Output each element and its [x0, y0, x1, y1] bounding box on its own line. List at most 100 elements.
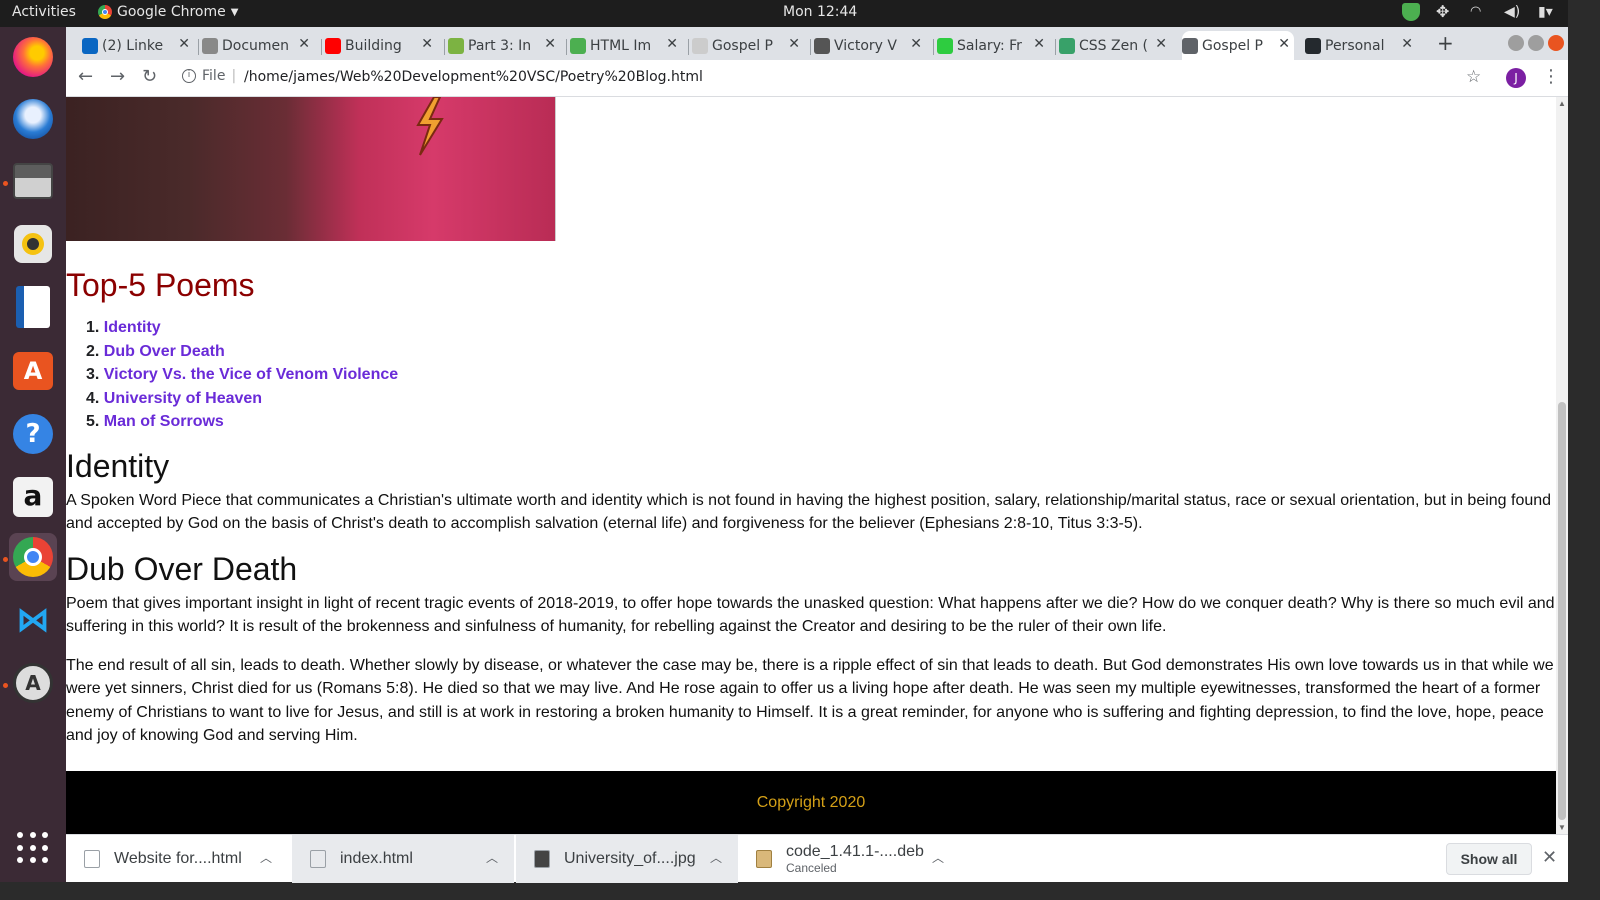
- bookmark-star-icon[interactable]: ☆: [1466, 67, 1481, 87]
- list-number: 5.: [86, 413, 100, 430]
- wifi-icon[interactable]: ◠: [1470, 3, 1488, 21]
- show-all-button[interactable]: Show all: [1446, 843, 1532, 875]
- browser-tab[interactable]: (2) Linke ✕: [82, 31, 194, 60]
- list-number: 4.: [86, 389, 100, 407]
- show-applications-icon[interactable]: [9, 824, 57, 872]
- back-button[interactable]: ←: [78, 66, 93, 87]
- close-tab-icon[interactable]: ✕: [1278, 36, 1290, 52]
- download-item[interactable]: University_of....jpg ︿: [516, 835, 738, 883]
- list-number: 3.: [86, 366, 100, 383]
- chevron-up-icon[interactable]: ︿: [486, 849, 498, 866]
- tab-title: Salary: Fr: [957, 37, 1022, 54]
- software-updater-icon[interactable]: A: [9, 659, 57, 707]
- amazon-icon[interactable]: a: [9, 473, 57, 521]
- menu-kebab-icon[interactable]: ⋮: [1542, 66, 1560, 87]
- list-item: 2. Dub Over Death: [86, 340, 1556, 364]
- thunderbird-icon[interactable]: [9, 95, 57, 143]
- clock[interactable]: Mon 12:44: [783, 4, 857, 20]
- tab-title: (2) Linke: [102, 37, 164, 54]
- vscode-icon[interactable]: ⋈: [9, 596, 57, 644]
- download-filename: index.html: [340, 850, 413, 867]
- close-window-button[interactable]: [1548, 35, 1564, 51]
- vertical-scrollbar[interactable]: ▲ ▼: [1556, 97, 1568, 834]
- close-tab-icon[interactable]: ✕: [1155, 36, 1167, 52]
- close-tab-icon[interactable]: ✕: [544, 36, 556, 52]
- poem-link[interactable]: Man of Sorrows: [104, 413, 224, 430]
- browser-tab[interactable]: Building ✕: [325, 31, 437, 60]
- site-info-button[interactable]: i File |: [182, 68, 236, 84]
- page-footer: Copyright 2020: [66, 771, 1556, 834]
- software-center-icon[interactable]: A: [9, 347, 57, 395]
- thumbnail-icon: [814, 38, 830, 54]
- zen-icon: [1059, 38, 1075, 54]
- close-tab-icon[interactable]: ✕: [178, 36, 190, 52]
- download-filename: Website for....html: [114, 850, 242, 867]
- new-tab-button[interactable]: +: [1437, 31, 1454, 55]
- battery-icon[interactable]: ▮▾: [1538, 3, 1556, 21]
- reload-button[interactable]: ↻: [142, 66, 157, 87]
- close-tab-icon[interactable]: ✕: [298, 36, 310, 52]
- close-tab-icon[interactable]: ✕: [666, 36, 678, 52]
- writer-icon[interactable]: [9, 283, 57, 331]
- m-icon: [448, 38, 464, 54]
- scrollbar-thumb[interactable]: [1558, 402, 1566, 820]
- tab-title: Documen: [222, 37, 290, 54]
- scroll-down-arrow-icon[interactable]: ▼: [1558, 823, 1566, 832]
- page-icon: [692, 38, 708, 54]
- rhythmbox-icon[interactable]: [9, 220, 57, 268]
- list-number: 1.: [86, 319, 100, 336]
- browser-tab[interactable]: HTML Im ✕: [570, 31, 682, 60]
- scroll-up-arrow-icon[interactable]: ▲: [1558, 99, 1566, 108]
- address-bar[interactable]: /home/james/Web%20Development%20VSC/Poet…: [244, 69, 703, 85]
- help-icon[interactable]: ?: [9, 410, 57, 458]
- close-tab-icon[interactable]: ✕: [421, 36, 433, 52]
- browser-tab[interactable]: Gospel P ✕: [1182, 31, 1294, 60]
- chevron-up-icon[interactable]: ︿: [260, 849, 272, 866]
- shield-icon[interactable]: [1402, 3, 1420, 21]
- info-icon: i: [182, 69, 196, 83]
- browser-tab[interactable]: Part 3: In ✕: [448, 31, 560, 60]
- app-menu[interactable]: Google Chrome ▼: [98, 4, 238, 20]
- running-indicator: [3, 557, 8, 562]
- files-icon[interactable]: [9, 157, 57, 205]
- dropbox-icon[interactable]: ✥: [1436, 3, 1454, 21]
- browser-tab[interactable]: CSS Zen (✕: [1059, 31, 1171, 60]
- tab-separator: [566, 39, 567, 55]
- browser-tab[interactable]: Salary: Fr ✕: [937, 31, 1049, 60]
- profile-avatar[interactable]: J: [1506, 68, 1526, 88]
- poem-link[interactable]: Victory Vs. the Vice of Venom Violence: [104, 366, 398, 383]
- app-menu-label: Google Chrome: [117, 4, 226, 20]
- running-indicator: [3, 181, 8, 186]
- minimize-button[interactable]: [1508, 35, 1524, 51]
- tab-separator: [688, 39, 689, 55]
- poem-link[interactable]: University of Heaven: [104, 390, 262, 407]
- top5-list: 1. Identity 2. Dub Over Death 3. Victory…: [86, 316, 1556, 434]
- browser-tab[interactable]: Victory V ✕: [814, 31, 926, 60]
- identity-heading: Identity: [66, 447, 170, 484]
- poem-link[interactable]: Dub Over Death: [104, 343, 225, 360]
- tab-title: Gospel P: [712, 37, 773, 54]
- chrome-icon[interactable]: [9, 533, 57, 581]
- download-item[interactable]: code_1.41.1-....deb Canceled ︿: [738, 835, 960, 883]
- close-tab-icon[interactable]: ✕: [788, 36, 800, 52]
- hero-image: [66, 97, 556, 241]
- activities-button[interactable]: Activities: [12, 4, 76, 20]
- list-item: 5. Man of Sorrows: [86, 410, 1556, 434]
- volume-icon[interactable]: ◀): [1504, 3, 1522, 21]
- poem-link[interactable]: Identity: [104, 319, 161, 336]
- download-item[interactable]: Website for....html ︿: [66, 835, 288, 883]
- download-item[interactable]: index.html ︿: [292, 835, 514, 883]
- close-tab-icon[interactable]: ✕: [910, 36, 922, 52]
- firefox-icon[interactable]: [9, 33, 57, 81]
- browser-tab[interactable]: Personal ✕: [1305, 31, 1417, 60]
- linkedin-icon: [82, 38, 98, 54]
- forward-button[interactable]: →: [110, 66, 125, 87]
- chevron-up-icon[interactable]: ︿: [932, 849, 944, 866]
- maximize-button[interactable]: [1528, 35, 1544, 51]
- close-icon[interactable]: ✕: [1542, 847, 1557, 868]
- close-tab-icon[interactable]: ✕: [1033, 36, 1045, 52]
- chevron-up-icon[interactable]: ︿: [710, 849, 722, 866]
- browser-tab[interactable]: Gospel P ✕: [692, 31, 804, 60]
- close-tab-icon[interactable]: ✕: [1401, 36, 1413, 52]
- browser-tab[interactable]: Documen ✕: [202, 31, 314, 60]
